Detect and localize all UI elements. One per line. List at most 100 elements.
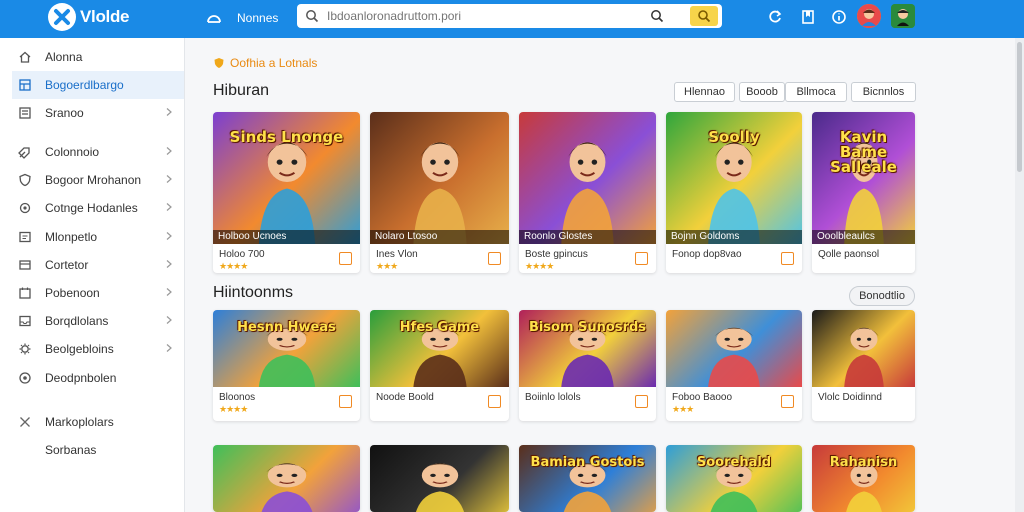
sidebar-item-label: Markoplolars — [45, 415, 114, 429]
game-thumbnail[interactable]: Bamian Gostois — [519, 445, 656, 512]
game-card[interactable]: Hfes Game Noode Boold — [370, 310, 509, 421]
search-icon[interactable] — [650, 9, 664, 23]
game-card[interactable]: Roonlo Glostes Boste gpincus ★★★★ — [519, 112, 656, 273]
game-thumbnail[interactable] — [370, 445, 509, 512]
card-subtitle: Vlolc Doidinnd — [818, 392, 882, 403]
character-illustration — [250, 445, 324, 512]
game-thumbnail[interactable]: Sinds Lnonge — [213, 112, 360, 244]
scrollbar-thumb[interactable] — [1017, 42, 1022, 172]
calendar-icon — [18, 286, 32, 300]
game-thumbnail[interactable]: Soorehald — [666, 445, 802, 512]
card-checkbox[interactable] — [488, 395, 501, 408]
sidebar-item[interactable]: Colonnoio — [12, 138, 184, 166]
filter-chip[interactable]: Bllmoca — [785, 82, 847, 102]
filter-chip[interactable]: Booob — [739, 82, 785, 102]
settings-icon — [18, 201, 32, 215]
filter-chip[interactable]: Bonodtlio — [849, 286, 915, 306]
game-card[interactable]: Bamian Gostois — [519, 445, 656, 512]
card-checkbox[interactable] — [781, 395, 794, 408]
card-subtitle: Foboo Baooo — [672, 392, 733, 403]
game-card[interactable]: Bisom Sunosrds Boiinlo lolols — [519, 310, 656, 421]
chevron-right-icon — [164, 258, 174, 272]
shield-icon — [18, 173, 32, 187]
grid-icon — [18, 78, 32, 92]
card-subtitle: Ines Vlon — [376, 249, 418, 260]
game-thumbnail[interactable] — [812, 310, 915, 387]
character-illustration — [553, 112, 622, 249]
game-card[interactable]: Soolly Bojnn Goldoms Fonop dop8vao — [666, 112, 802, 273]
bookmark-icon[interactable] — [799, 8, 817, 26]
close-icon — [18, 415, 32, 429]
game-thumbnail[interactable]: Kavin Bame Salleale — [812, 112, 915, 244]
game-card[interactable]: Rahanisn — [812, 445, 915, 512]
sidebar-item[interactable]: Mlonpetlo — [12, 223, 184, 251]
game-logo-text: Hesnn Hweas — [237, 320, 336, 335]
card-checkbox[interactable] — [339, 252, 352, 265]
sidebar-item[interactable]: Sranoo — [12, 99, 184, 127]
game-card[interactable]: Kavin Bame Salleale Ooolbleaulcs Qolle pao… — [812, 112, 915, 273]
character-illustration — [405, 112, 475, 249]
filter-chip[interactable]: Bicnnlos — [851, 82, 916, 102]
chevron-right-icon — [164, 342, 174, 356]
card-caption: Roonlo Glostes — [519, 230, 656, 244]
sidebar-item[interactable]: Cotnge Hodanles — [12, 194, 184, 222]
game-logo-text: Rahanisn — [829, 455, 898, 470]
character-illustration — [405, 445, 475, 512]
chevron-right-icon — [164, 106, 174, 120]
search-button[interactable] — [690, 6, 718, 26]
nav-label[interactable]: Nonnes — [237, 11, 278, 25]
card-checkbox[interactable] — [635, 252, 648, 265]
game-card[interactable]: Nolaro Ltosoo Ines Vlon ★★★ — [370, 112, 509, 273]
game-card[interactable] — [370, 445, 509, 512]
game-thumbnail[interactable]: Rahanisn — [812, 445, 915, 512]
sidebar-item[interactable]: Beolgebloins — [12, 335, 184, 363]
refresh-icon[interactable] — [766, 8, 784, 26]
card-checkbox[interactable] — [339, 395, 352, 408]
app-logo[interactable] — [48, 3, 76, 31]
card-checkbox[interactable] — [635, 395, 648, 408]
sidebar-item[interactable]: Bogoor Mrohanon — [12, 166, 184, 194]
avatar[interactable] — [857, 4, 881, 28]
sidebar-item-label: Pobenoon — [45, 286, 100, 300]
game-card[interactable]: Soorehald — [666, 445, 802, 512]
sidebar-item-label: Sorbanas — [45, 443, 97, 457]
game-thumbnail[interactable]: Hesnn Hweas — [213, 310, 360, 387]
rating-stars: ★★★★ — [219, 404, 248, 414]
game-thumbnail[interactable] — [370, 112, 509, 244]
game-logo-text: Soolly — [708, 128, 760, 146]
sidebar-item[interactable]: Alonna — [12, 43, 184, 71]
list-icon — [18, 106, 32, 120]
game-logo-text: Sinds Lnonge — [229, 128, 344, 146]
game-thumbnail[interactable] — [213, 445, 360, 512]
breadcrumb[interactable]: Oofhia a Lotnals — [213, 56, 317, 70]
sidebar-item-label: Sranoo — [45, 106, 84, 120]
game-card[interactable]: Vlolc Doidinnd — [812, 310, 915, 421]
game-card[interactable]: Foboo Baooo ★★★ — [666, 310, 802, 421]
profile-avatar[interactable] — [891, 4, 915, 28]
sidebar-item[interactable]: Cortetor — [12, 251, 184, 279]
search-input[interactable] — [327, 7, 637, 25]
rating-stars: ★★★★ — [219, 261, 248, 271]
sidebar-item[interactable]: Borqdlolans — [12, 307, 184, 335]
sidebar-item[interactable]: Bogoerdlbargo — [12, 71, 184, 99]
game-card[interactable] — [213, 445, 360, 512]
game-thumbnail[interactable]: Hfes Game — [370, 310, 509, 387]
card-checkbox[interactable] — [781, 252, 794, 265]
top-bar: Vlolde Nonnes — [0, 0, 1024, 38]
game-thumbnail[interactable] — [666, 310, 802, 387]
sidebar-item[interactable]: Markoplolars — [12, 408, 184, 436]
game-thumbnail[interactable]: Soolly — [666, 112, 802, 244]
sidebar-item[interactable]: Pobenoon — [12, 279, 184, 307]
game-card[interactable]: Hesnn Hweas Bloonos ★★★★ — [213, 310, 360, 421]
sidebar-item[interactable]: Deodpnbolen — [12, 364, 184, 392]
game-card[interactable]: Sinds Lnonge Holboo Ucnoes Holoo 700 ★★★★ — [213, 112, 360, 273]
filter-chip[interactable]: Hlennao — [674, 82, 735, 102]
game-thumbnail[interactable]: Bisom Sunosrds — [519, 310, 656, 387]
breadcrumb-label: Oofhia a Lotnals — [230, 56, 318, 70]
home-icon[interactable] — [205, 9, 223, 27]
card-checkbox[interactable] — [488, 252, 501, 265]
sidebar-item[interactable]: Sorbanas — [12, 436, 184, 464]
game-thumbnail[interactable] — [519, 112, 656, 244]
chevron-right-icon — [164, 201, 174, 215]
info-icon[interactable] — [830, 8, 848, 26]
